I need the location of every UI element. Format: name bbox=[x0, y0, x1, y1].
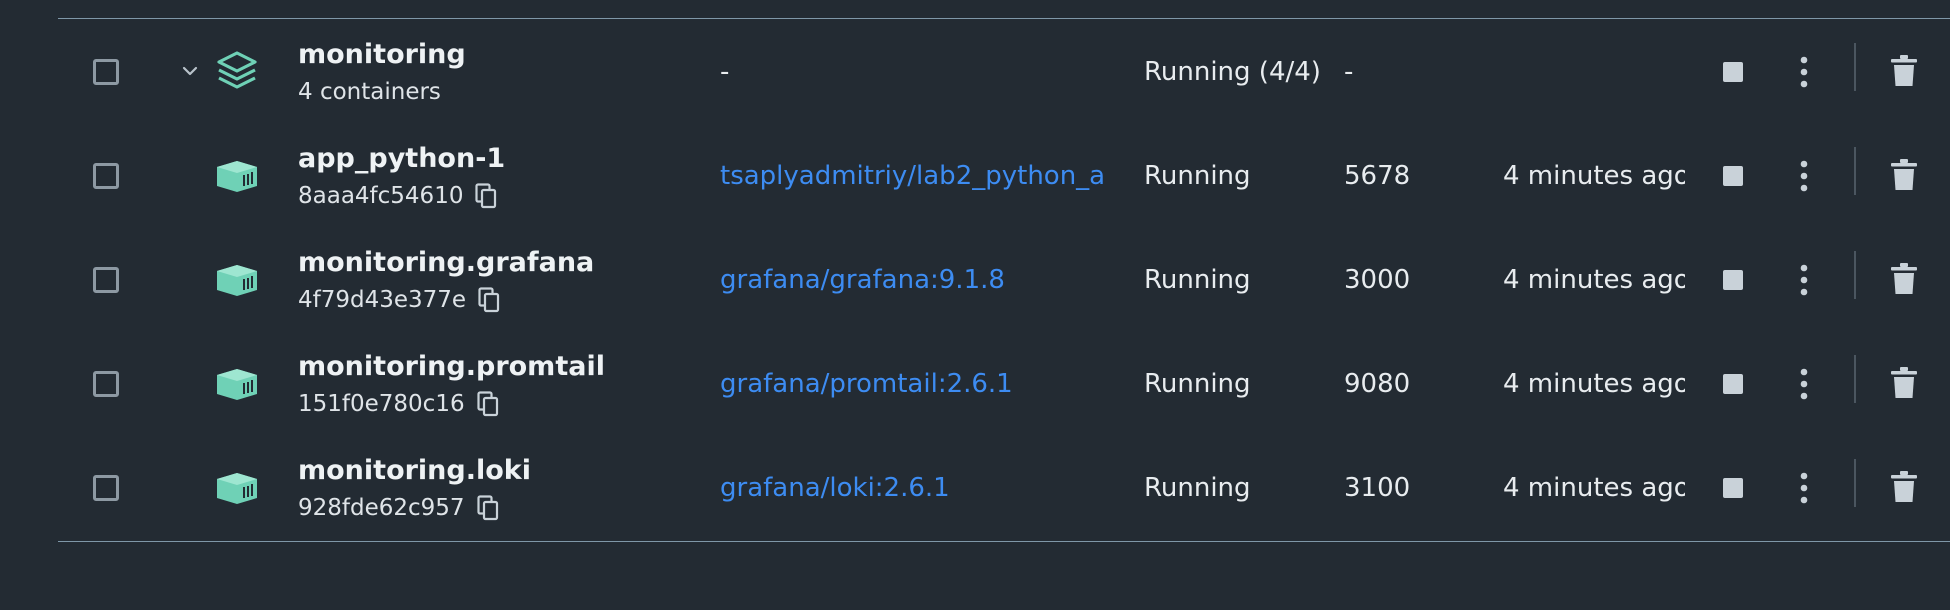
containers-table: monitoring 4 containers - Running (4/4) … bbox=[58, 18, 1950, 542]
container-status: Running bbox=[1144, 473, 1251, 503]
group-status: Running (4/4) bbox=[1144, 57, 1321, 87]
container-icon bbox=[217, 161, 257, 192]
group-subtitle: 4 containers bbox=[298, 79, 441, 105]
kebab-menu-icon[interactable] bbox=[1798, 367, 1810, 401]
image-link[interactable]: tsaplyadmitriy/lab2_python_ap bbox=[720, 161, 1106, 191]
stop-button[interactable] bbox=[1723, 270, 1743, 290]
action-divider bbox=[1854, 147, 1856, 195]
container-id: 151f0e780c16 bbox=[298, 391, 465, 417]
copy-icon[interactable] bbox=[475, 183, 497, 209]
container-id-row: 4f79d43e377e bbox=[298, 287, 500, 313]
stop-button[interactable] bbox=[1723, 374, 1743, 394]
container-name[interactable]: app_python-1 bbox=[298, 143, 505, 174]
container-id: 8aaa4fc54610 bbox=[298, 183, 464, 209]
table-row[interactable]: monitoring.loki 928fde62c957 grafana/lok… bbox=[58, 435, 1950, 539]
trash-icon[interactable] bbox=[1891, 159, 1917, 191]
kebab-menu-icon[interactable] bbox=[1798, 471, 1810, 505]
port-link[interactable]: 3100 bbox=[1344, 473, 1410, 503]
copy-icon[interactable] bbox=[476, 495, 499, 521]
container-id-row: 151f0e780c16 bbox=[298, 391, 499, 417]
kebab-menu-icon[interactable] bbox=[1798, 55, 1810, 89]
action-divider bbox=[1854, 43, 1856, 91]
container-id-row: 928fde62c957 bbox=[298, 495, 499, 521]
port-link[interactable]: 5678 bbox=[1344, 161, 1410, 191]
kebab-menu-icon[interactable] bbox=[1798, 159, 1810, 193]
port-link[interactable]: 3000 bbox=[1344, 265, 1410, 295]
row-checkbox[interactable] bbox=[93, 267, 119, 293]
group-image: - bbox=[720, 57, 730, 87]
table-row[interactable]: app_python-1 8aaa4fc54610 tsaplyadmitriy… bbox=[58, 123, 1950, 227]
group-name[interactable]: monitoring bbox=[298, 39, 466, 70]
trash-icon[interactable] bbox=[1891, 263, 1917, 295]
action-divider bbox=[1854, 459, 1856, 507]
container-id-row: 8aaa4fc54610 bbox=[298, 183, 497, 209]
table-row-group[interactable]: monitoring 4 containers - Running (4/4) … bbox=[58, 19, 1950, 123]
row-checkbox[interactable] bbox=[93, 59, 119, 85]
copy-icon[interactable] bbox=[476, 391, 499, 417]
trash-icon[interactable] bbox=[1891, 367, 1917, 399]
group-port: - bbox=[1344, 57, 1354, 87]
stack-icon bbox=[217, 51, 257, 89]
container-id: 928fde62c957 bbox=[298, 495, 465, 521]
image-link[interactable]: grafana/loki:2.6.1 bbox=[720, 473, 1106, 503]
trash-icon[interactable] bbox=[1891, 471, 1917, 503]
row-checkbox[interactable] bbox=[93, 371, 119, 397]
image-link[interactable]: grafana/promtail:2.6.1 bbox=[720, 369, 1106, 399]
kebab-menu-icon[interactable] bbox=[1798, 263, 1810, 297]
started-time: 4 minutes ago bbox=[1503, 473, 1685, 503]
stop-button[interactable] bbox=[1723, 166, 1743, 186]
row-checkbox[interactable] bbox=[93, 475, 119, 501]
container-icon bbox=[217, 265, 257, 296]
started-time: 4 minutes ago bbox=[1503, 369, 1685, 399]
container-count: 4 containers bbox=[298, 79, 441, 105]
container-icon bbox=[217, 473, 257, 504]
started-time: 4 minutes ago bbox=[1503, 265, 1685, 295]
stop-button[interactable] bbox=[1723, 478, 1743, 498]
container-icon bbox=[217, 369, 257, 400]
trash-icon[interactable] bbox=[1891, 55, 1917, 87]
container-id: 4f79d43e377e bbox=[298, 287, 467, 313]
action-divider bbox=[1854, 251, 1856, 299]
container-status: Running bbox=[1144, 369, 1251, 399]
copy-icon[interactable] bbox=[478, 287, 500, 313]
container-name[interactable]: monitoring.loki bbox=[298, 455, 531, 486]
container-name[interactable]: monitoring.grafana bbox=[298, 247, 594, 278]
stop-button[interactable] bbox=[1723, 62, 1743, 82]
port-link[interactable]: 9080 bbox=[1344, 369, 1410, 399]
container-name[interactable]: monitoring.promtail bbox=[298, 351, 605, 382]
container-status: Running bbox=[1144, 265, 1251, 295]
started-time: 4 minutes ago bbox=[1503, 161, 1685, 191]
container-status: Running bbox=[1144, 161, 1251, 191]
table-row[interactable]: monitoring.promtail 151f0e780c16 grafana… bbox=[58, 331, 1950, 435]
image-link[interactable]: grafana/grafana:9.1.8 bbox=[720, 265, 1106, 295]
row-checkbox[interactable] bbox=[93, 163, 119, 189]
table-row[interactable]: monitoring.grafana 4f79d43e377e grafana/… bbox=[58, 227, 1950, 331]
chevron-down-icon[interactable] bbox=[180, 61, 200, 81]
action-divider bbox=[1854, 355, 1856, 403]
